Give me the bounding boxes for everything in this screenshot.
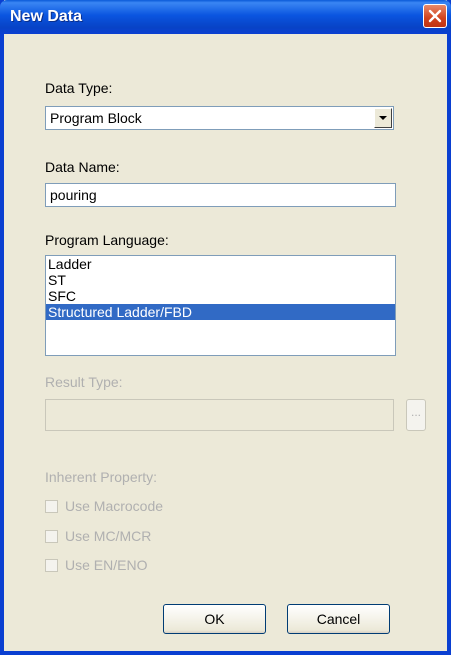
use-macrocode-label: Use Macrocode	[65, 498, 164, 514]
data-name-label: Data Name:	[45, 159, 120, 175]
use-mc-mcr-label: Use MC/MCR	[65, 528, 152, 544]
use-macrocode-checkbox[interactable]	[45, 499, 58, 513]
title-bar[interactable]: New Data	[0, 0, 451, 34]
use-mc-mcr-checkbox[interactable]	[45, 529, 58, 543]
data-type-dropdown-button[interactable]	[374, 108, 392, 128]
program-language-list[interactable]: Ladder ST SFC Structured Ladder/FBD	[45, 255, 396, 356]
data-type-select[interactable]: Program Block	[45, 106, 394, 130]
close-button[interactable]	[423, 4, 447, 28]
list-item-selected[interactable]: Structured Ladder/FBD	[46, 304, 395, 320]
use-en-eno-label: Use EN/ENO	[65, 557, 148, 573]
list-item[interactable]: Ladder	[46, 256, 395, 272]
use-macrocode-row: Use Macrocode	[45, 497, 163, 515]
data-type-value: Program Block	[50, 110, 142, 126]
list-item[interactable]: ST	[46, 272, 395, 288]
dialog-title: New Data	[10, 8, 83, 25]
data-name-value: pouring	[50, 187, 97, 203]
chevron-down-icon	[379, 116, 387, 120]
data-type-label: Data Type:	[45, 80, 113, 96]
use-en-eno-checkbox[interactable]	[45, 558, 58, 572]
list-item[interactable]: SFC	[46, 288, 395, 304]
program-language-label: Program Language:	[45, 232, 169, 248]
ok-button[interactable]: OK	[163, 604, 266, 634]
cancel-button[interactable]: Cancel	[287, 604, 390, 634]
use-mc-mcr-row: Use MC/MCR	[45, 527, 151, 545]
new-data-dialog: New Data Data Type: Program Block Data N…	[0, 0, 451, 655]
result-type-browse-button[interactable]: ...	[406, 399, 426, 431]
data-name-input[interactable]: pouring	[45, 183, 396, 207]
result-type-input[interactable]	[45, 399, 394, 431]
use-en-eno-row: Use EN/ENO	[45, 556, 147, 574]
dialog-content: Data Type: Program Block Data Name: pour…	[4, 34, 447, 651]
close-icon	[428, 9, 442, 23]
inherent-property-label: Inherent Property:	[45, 469, 158, 485]
result-type-label: Result Type:	[45, 374, 123, 390]
